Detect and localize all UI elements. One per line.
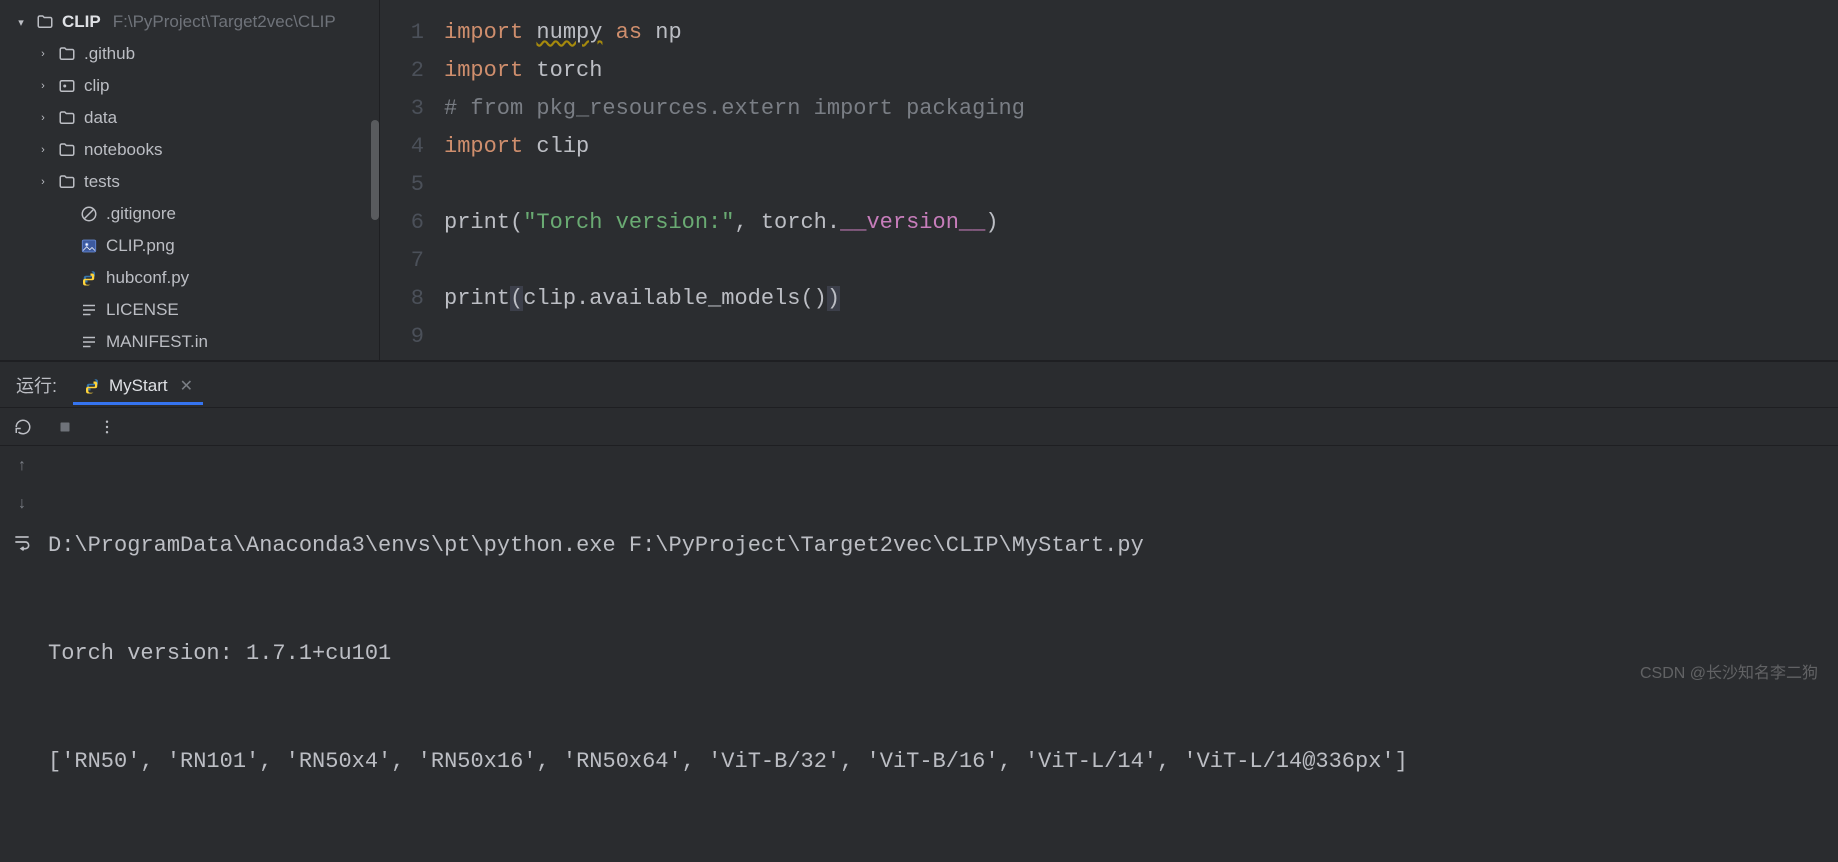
tree-item-data[interactable]: › data: [8, 102, 379, 134]
chevron-right-icon[interactable]: ›: [36, 48, 50, 60]
folder-icon: [58, 45, 76, 63]
tree-item-github[interactable]: › .github: [8, 38, 379, 70]
folder-src-icon: [58, 77, 76, 95]
tree-item-license[interactable]: › LICENSE: [8, 294, 379, 326]
python-icon: [80, 269, 98, 287]
more-icon[interactable]: [98, 418, 116, 436]
code-content[interactable]: import numpy as np import torch # from p…: [444, 0, 1838, 360]
rerun-icon[interactable]: [14, 418, 32, 436]
soft-wrap-icon[interactable]: [12, 532, 32, 552]
console-side-toolbar: ↑ ↓: [0, 446, 44, 862]
tree-item-manifest[interactable]: › MANIFEST.in: [8, 326, 379, 358]
watermark-text: CSDN @长沙知名李二狗: [1640, 659, 1818, 683]
arrow-up-icon[interactable]: ↑: [12, 456, 32, 476]
tree-label: hubconf.py: [106, 268, 189, 288]
project-tree-sidebar[interactable]: ▾ CLIP F:\PyProject\Target2vec\CLIP › .g…: [0, 0, 380, 360]
arrow-down-icon[interactable]: ↓: [12, 494, 32, 514]
line-gutter: 1 2 3 4 5 6 7 8 9: [380, 0, 444, 360]
chevron-right-icon[interactable]: ›: [36, 176, 50, 188]
chevron-right-icon[interactable]: ›: [36, 144, 50, 156]
tree-label: MANIFEST.in: [106, 332, 208, 352]
tree-item-clip[interactable]: › clip: [8, 70, 379, 102]
code-editor[interactable]: 1 2 3 4 5 6 7 8 9 import numpy as np imp…: [380, 0, 1838, 360]
project-name: CLIP: [62, 12, 101, 32]
tree-item-tests[interactable]: › tests: [8, 166, 379, 198]
tab-label: MyStart: [109, 376, 168, 396]
tree-item-hubconf[interactable]: › hubconf.py: [8, 262, 379, 294]
python-icon: [83, 377, 101, 395]
folder-icon: [58, 173, 76, 191]
run-toolbar: [0, 408, 1838, 446]
tree-root[interactable]: ▾ CLIP F:\PyProject\Target2vec\CLIP: [8, 6, 379, 38]
tree-item-clip-png[interactable]: › CLIP.png: [8, 230, 379, 262]
output-line: D:\ProgramData\Anaconda3\envs\pt\python.…: [48, 528, 1834, 564]
scrollbar-thumb[interactable]: [371, 120, 379, 220]
chevron-right-icon[interactable]: ›: [36, 112, 50, 124]
run-tab-mystart[interactable]: MyStart ✕: [73, 371, 203, 405]
output-line: Torch version: 1.7.1+cu101: [48, 636, 1834, 672]
folder-icon: [36, 13, 54, 31]
run-tabs-bar: 运行: MyStart ✕: [0, 362, 1838, 408]
tree-label: .github: [84, 44, 135, 64]
tree-label: tests: [84, 172, 120, 192]
chevron-down-icon[interactable]: ▾: [14, 16, 28, 29]
image-icon: [80, 237, 98, 255]
ignore-icon: [80, 205, 98, 223]
tree-label: CLIP.png: [106, 236, 175, 256]
run-panel: 运行: MyStart ✕ ↑ ↓ D:\ProgramData\Anacond…: [0, 360, 1838, 862]
folder-icon: [58, 141, 76, 159]
text-icon: [80, 301, 98, 319]
tree-label: .gitignore: [106, 204, 176, 224]
text-icon: [80, 333, 98, 351]
chevron-right-icon[interactable]: ›: [36, 80, 50, 92]
run-label: 运行:: [16, 372, 57, 398]
project-path: F:\PyProject\Target2vec\CLIP: [113, 12, 336, 32]
tree-item-gitignore[interactable]: › .gitignore: [8, 198, 379, 230]
close-icon[interactable]: ✕: [180, 376, 193, 396]
tree-label: clip: [84, 76, 110, 96]
console-output[interactable]: D:\ProgramData\Anaconda3\envs\pt\python.…: [44, 446, 1838, 862]
tree-label: notebooks: [84, 140, 162, 160]
tree-item-notebooks[interactable]: › notebooks: [8, 134, 379, 166]
folder-icon: [58, 109, 76, 127]
output-line: ['RN50', 'RN101', 'RN50x4', 'RN50x16', '…: [48, 744, 1834, 780]
tree-label: LICENSE: [106, 300, 179, 320]
stop-icon[interactable]: [56, 418, 74, 436]
tree-label: data: [84, 108, 117, 128]
